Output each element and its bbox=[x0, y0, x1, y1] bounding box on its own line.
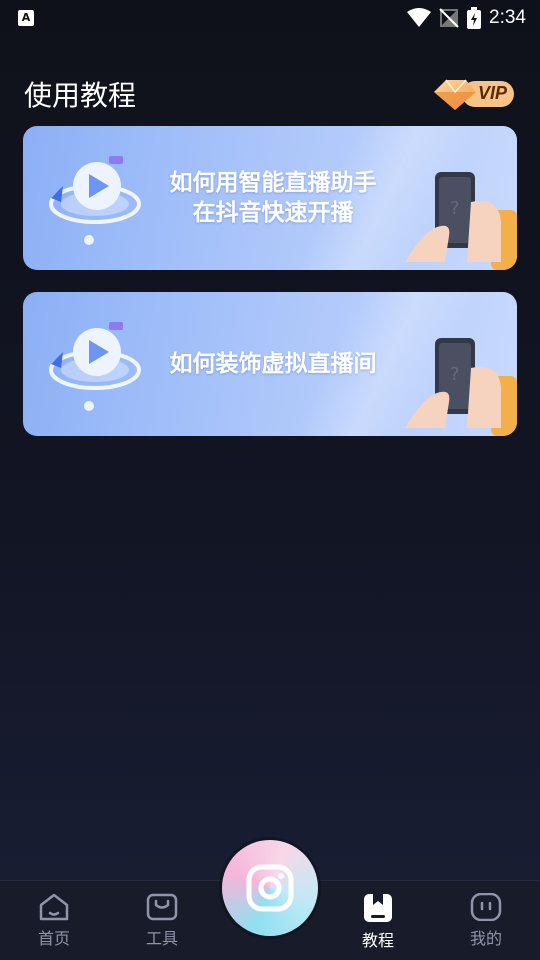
nav-item-mine[interactable]: 我的 bbox=[432, 881, 540, 960]
nav-label: 我的 bbox=[469, 929, 502, 948]
card-title-line: 如何用智能直播助手 bbox=[169, 170, 377, 196]
phone-in-hand-icon: ? bbox=[405, 338, 517, 436]
card-title: 如何用智能直播助手 在抖音快速开播 bbox=[143, 126, 403, 270]
play-ring-icon bbox=[49, 322, 141, 411]
camera-button[interactable] bbox=[222, 840, 318, 936]
vip-label: VIP bbox=[478, 83, 508, 103]
tutorial-book-icon bbox=[364, 894, 392, 922]
profile-face-icon bbox=[470, 893, 502, 921]
tutorial-card-douyin-live[interactable]: 如何用智能直播助手 在抖音快速开播 ? bbox=[23, 126, 517, 270]
app-notification-icon: A bbox=[18, 10, 34, 26]
nav-label: 教程 bbox=[361, 931, 394, 950]
toolbox-icon bbox=[146, 893, 178, 921]
no-signal-icon bbox=[439, 8, 459, 28]
page-title: 使用教程 bbox=[24, 79, 137, 112]
battery-charging-icon bbox=[467, 7, 482, 29]
nav-item-tools[interactable]: 工具 bbox=[108, 881, 216, 960]
wifi-icon bbox=[407, 8, 432, 27]
vip-badge[interactable]: VIP bbox=[432, 74, 518, 114]
status-time: 2:34 bbox=[489, 7, 526, 28]
phone-in-hand-icon: ? bbox=[405, 172, 517, 270]
card-title: 如何装饰虚拟直播间 bbox=[143, 292, 403, 436]
nav-item-home[interactable]: 首页 bbox=[0, 881, 108, 960]
home-icon bbox=[39, 893, 69, 921]
nav-label: 工具 bbox=[145, 929, 178, 948]
camera-icon bbox=[246, 864, 294, 912]
card-title-line: 在抖音快速开播 bbox=[192, 200, 354, 226]
nav-item-tutorial[interactable]: 教程 bbox=[324, 881, 432, 960]
page-header: 使用教程 VIP bbox=[24, 72, 518, 116]
card-title-line: 如何装饰虚拟直播间 bbox=[169, 351, 377, 377]
nav-label: 首页 bbox=[37, 929, 70, 948]
svg-text:?: ? bbox=[450, 364, 460, 385]
svg-text:?: ? bbox=[450, 198, 460, 219]
tutorial-card-virtual-room[interactable]: 如何装饰虚拟直播间 ? bbox=[23, 292, 517, 436]
status-bar: A 2:34 bbox=[0, 0, 540, 36]
play-ring-icon bbox=[49, 156, 141, 245]
